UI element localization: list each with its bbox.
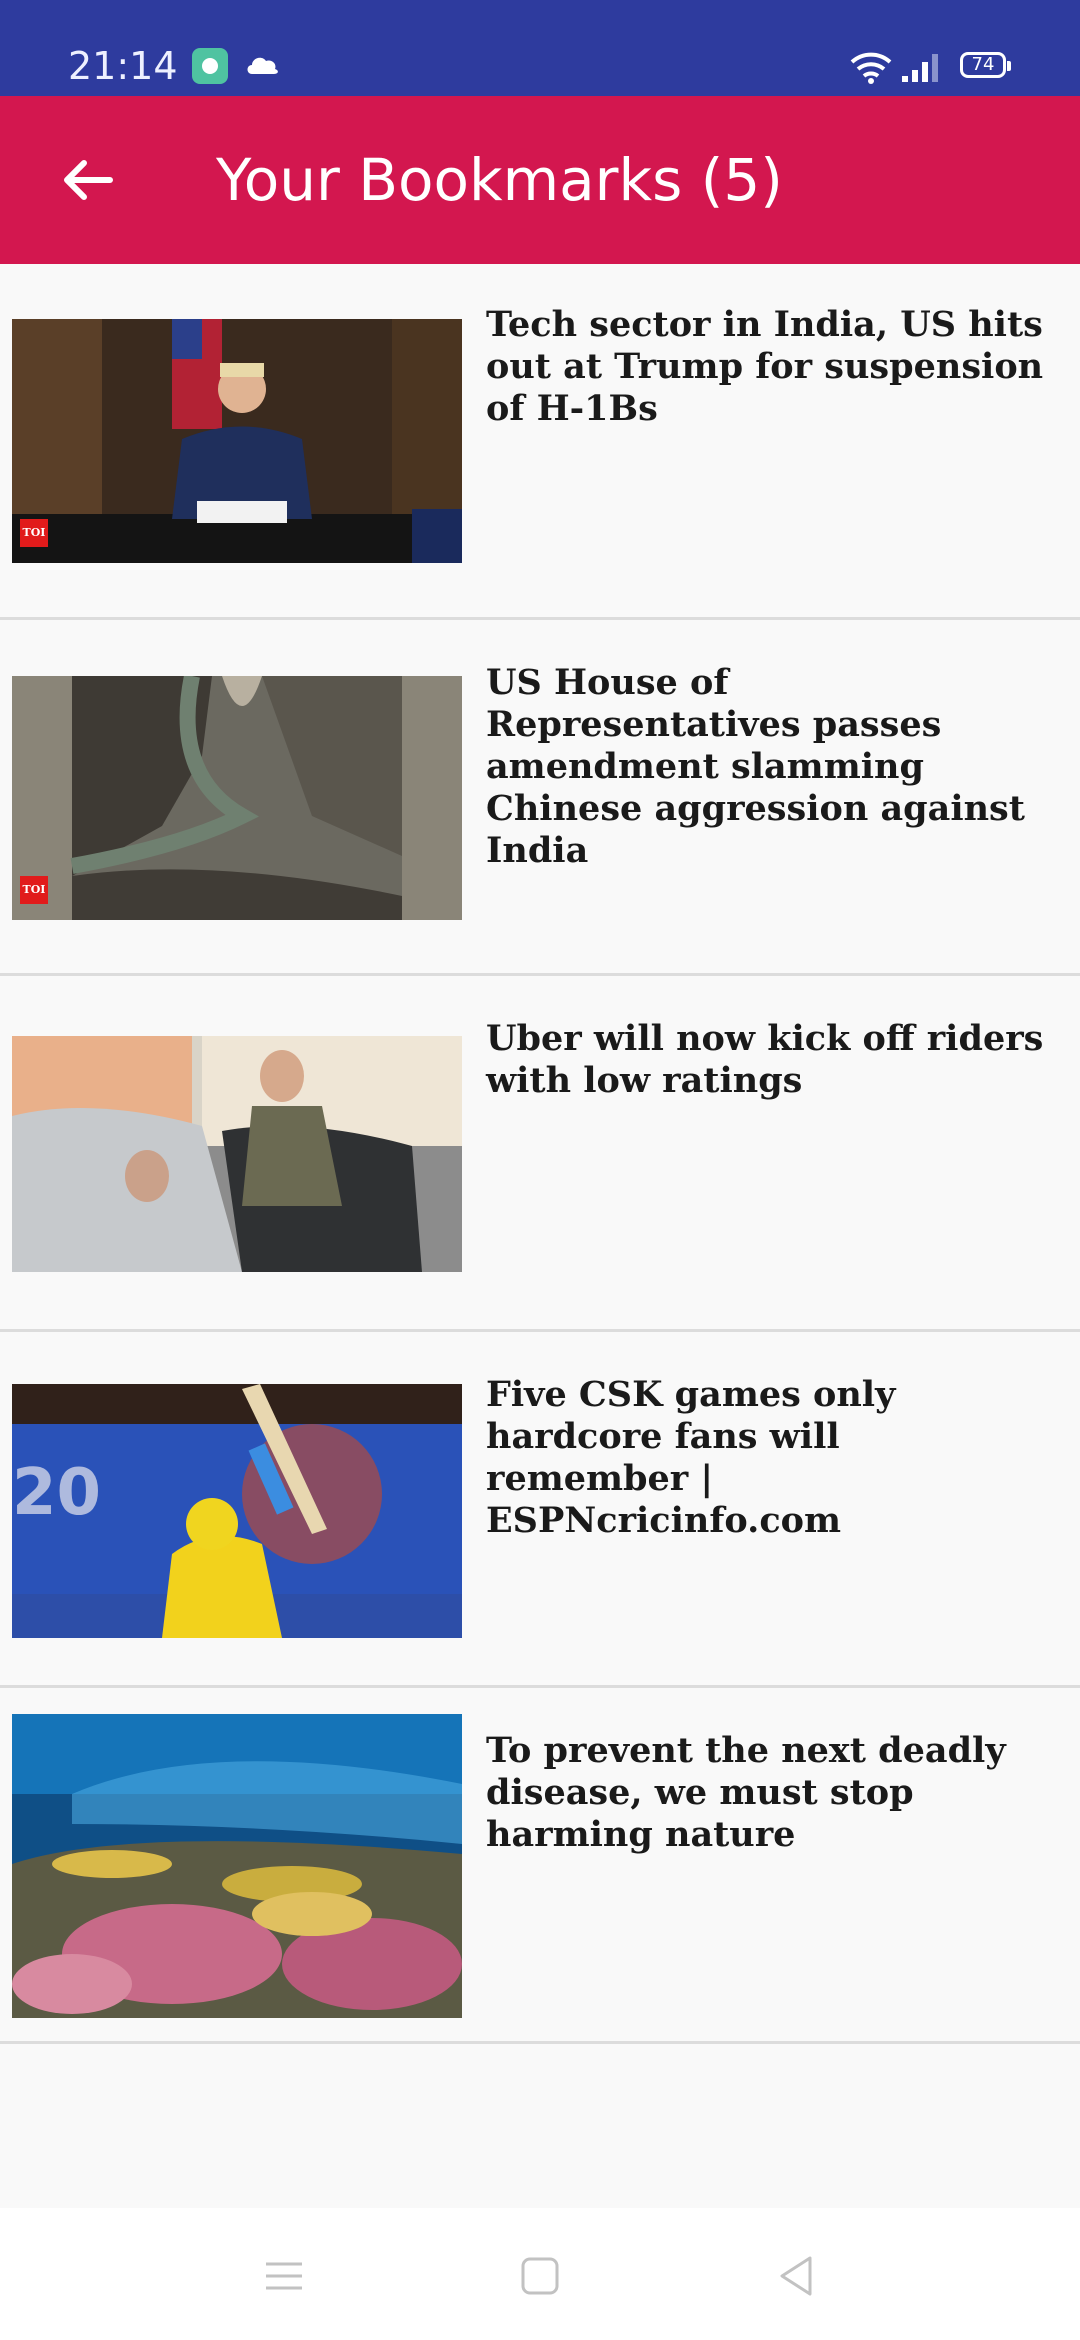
back-icon[interactable] (772, 2252, 820, 2300)
page-title: Your Bookmarks (5) (216, 146, 783, 214)
article-headline: To prevent the next deadly disease, we m… (486, 1730, 1006, 1855)
wifi-icon (850, 52, 892, 84)
article-thumbnail (12, 1714, 462, 2018)
source-badge: TOI (20, 876, 48, 904)
source-badge: TOI (20, 519, 48, 547)
bookmark-list: TOI Tech sector in India, US hits out at… (0, 264, 1080, 2044)
article-headline: Tech sector in India, US hits out at Tru… (486, 304, 1044, 429)
article-thumbnail: TOI (12, 319, 462, 563)
article-headline: Uber will now kick off riders with low r… (486, 1018, 1044, 1101)
system-navigation-bar (0, 2208, 1080, 2340)
article-thumbnail: 20 (12, 1384, 462, 1638)
bookmark-item[interactable]: 20 Five CSK games only hardcore fans wil… (0, 1332, 1080, 1688)
app-notification-icon (192, 48, 228, 84)
status-time: 21:14 (68, 44, 178, 88)
cloud-icon (247, 57, 278, 74)
home-icon[interactable] (516, 2252, 564, 2300)
app-bar: Your Bookmarks (5) (0, 96, 1080, 264)
article-thumbnail: TOI (12, 676, 462, 920)
back-button[interactable] (40, 132, 136, 228)
menu-icon[interactable] (260, 2252, 308, 2300)
battery-level: 74 (971, 54, 995, 75)
article-headline: US House of Representatives passes amend… (486, 662, 1025, 871)
article-thumbnail (12, 1036, 462, 1272)
article-headline: Five CSK games only hardcore fans will r… (486, 1374, 896, 1541)
bookmark-item[interactable]: Uber will now kick off riders with low r… (0, 976, 1080, 1332)
arrow-left-icon (64, 160, 113, 200)
bookmark-item[interactable]: TOI US House of Representatives passes a… (0, 620, 1080, 976)
battery-icon: 74 (960, 52, 1011, 78)
signal-icon (902, 54, 938, 82)
svg-text:20: 20 (12, 1456, 101, 1530)
status-bar: 21:14 74 (0, 0, 1080, 96)
bookmark-item[interactable]: To prevent the next deadly disease, we m… (0, 1688, 1080, 2044)
bookmark-item[interactable]: TOI Tech sector in India, US hits out at… (0, 264, 1080, 620)
